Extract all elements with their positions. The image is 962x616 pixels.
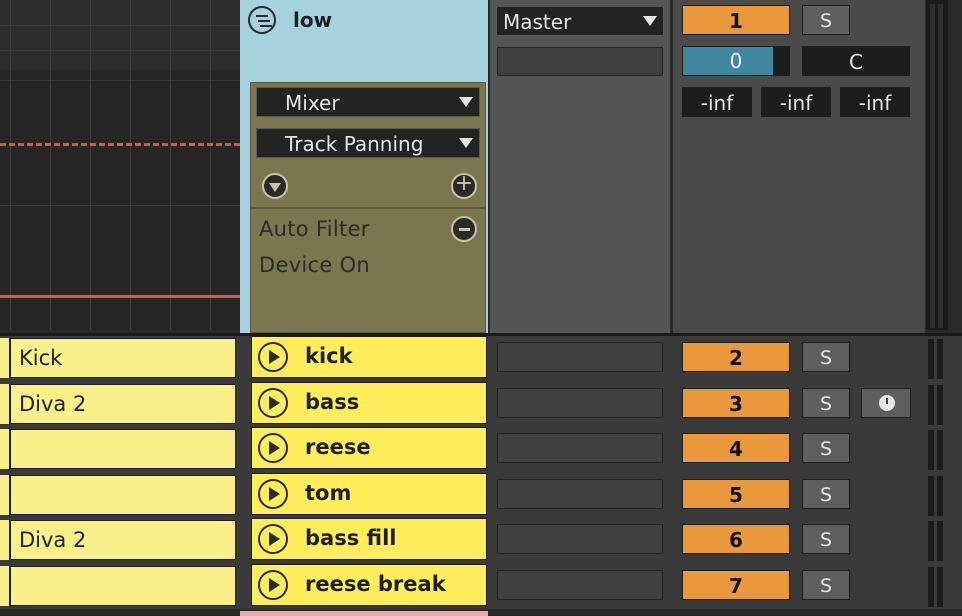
output-routing-label: Master xyxy=(503,10,572,34)
meter-right xyxy=(937,567,943,607)
solo-button[interactable]: S xyxy=(802,388,850,418)
automation-param-label: Track Panning xyxy=(285,132,424,156)
arrangement-clip[interactable] xyxy=(10,475,236,515)
solo-button[interactable]: S xyxy=(802,570,850,600)
track-output-box[interactable] xyxy=(497,570,663,600)
remove-lane-icon[interactable] xyxy=(451,216,477,242)
clip-edge[interactable] xyxy=(0,429,10,469)
peak-level-display[interactable]: -inf xyxy=(682,87,752,117)
play-icon[interactable] xyxy=(258,570,288,600)
arrangement-clip[interactable] xyxy=(10,566,236,606)
lane-divider xyxy=(251,207,485,209)
meter-right xyxy=(937,521,943,561)
monitor-button[interactable] xyxy=(861,388,911,418)
clip-edge[interactable] xyxy=(0,338,10,378)
automation-line-dashed xyxy=(0,143,240,146)
play-icon[interactable] xyxy=(258,433,288,463)
automation-param-dropdown[interactable]: Track Panning xyxy=(256,128,480,158)
track-activator-button[interactable]: 7 xyxy=(682,570,790,600)
meter-right xyxy=(937,476,943,516)
track-output-box[interactable] xyxy=(497,388,663,418)
meter-left xyxy=(928,567,934,607)
track-activator-button[interactable]: 1 xyxy=(682,5,790,35)
track-activator-button[interactable]: 3 xyxy=(682,388,790,418)
track-name[interactable]: reese break xyxy=(305,572,446,596)
arrangement-clip[interactable]: Kick xyxy=(10,338,236,378)
meter-left xyxy=(928,339,934,379)
solo-button[interactable]: S xyxy=(802,5,850,35)
lane-device-name: Auto Filter xyxy=(259,217,370,241)
output-routing-dropdown[interactable]: Master xyxy=(496,6,664,36)
meter-right xyxy=(937,430,943,470)
automation-line[interactable] xyxy=(0,295,240,298)
add-lane-icon[interactable] xyxy=(451,171,477,199)
solo-button[interactable]: S xyxy=(802,479,850,509)
meter-right xyxy=(938,4,943,328)
clip-edge[interactable] xyxy=(0,520,10,560)
meter-right xyxy=(937,339,943,379)
clip-edge[interactable] xyxy=(0,566,10,606)
group-fold-icon[interactable] xyxy=(248,6,276,34)
show-lanes-icon[interactable] xyxy=(262,173,288,199)
track-activator-button[interactable]: 6 xyxy=(682,524,790,554)
chevron-down-icon xyxy=(643,16,657,26)
play-icon[interactable] xyxy=(258,342,288,372)
arrangement-clip[interactable]: Diva 2 xyxy=(10,520,236,560)
peak-level-display[interactable]: -inf xyxy=(840,87,910,117)
crossfade-button[interactable]: C xyxy=(802,46,910,76)
output-channel-box[interactable] xyxy=(497,47,663,76)
chevron-down-icon xyxy=(459,97,473,107)
track-name[interactable]: bass xyxy=(305,390,359,414)
track-output-box[interactable] xyxy=(497,479,663,509)
chevron-down-icon xyxy=(459,138,473,148)
arrangement-area[interactable] xyxy=(0,0,240,330)
play-icon[interactable] xyxy=(258,479,288,509)
meter-left xyxy=(928,476,934,516)
meter-right xyxy=(937,385,943,425)
track-output-box[interactable] xyxy=(497,342,663,372)
track-activator-button[interactable]: 2 xyxy=(682,342,790,372)
meter-left xyxy=(928,521,934,561)
play-icon[interactable] xyxy=(258,388,288,418)
peak-level-display[interactable]: -inf xyxy=(761,87,831,117)
track-activator-button[interactable]: 4 xyxy=(682,433,790,463)
clock-icon xyxy=(879,395,895,411)
meter-left xyxy=(928,430,934,470)
track-name[interactable]: tom xyxy=(305,481,351,505)
clip-edge[interactable] xyxy=(0,475,10,515)
clip-edge[interactable] xyxy=(0,384,10,424)
arrangement-clip[interactable] xyxy=(10,429,236,469)
play-icon[interactable] xyxy=(258,524,288,554)
meter-left xyxy=(930,4,935,328)
lane-param-name: Device On xyxy=(259,253,371,277)
track-output-box[interactable] xyxy=(497,524,663,554)
solo-button[interactable]: S xyxy=(802,524,850,554)
solo-button[interactable]: S xyxy=(802,433,850,463)
solo-button[interactable]: S xyxy=(802,342,850,372)
track-name[interactable]: bass fill xyxy=(305,526,396,550)
automation-device-label: Mixer xyxy=(285,91,340,115)
track-name[interactable]: kick xyxy=(305,344,353,368)
pan-value: 0 xyxy=(729,49,743,73)
meter-left xyxy=(928,385,934,425)
track-activator-button[interactable]: 5 xyxy=(682,479,790,509)
automation-device-dropdown[interactable]: Mixer xyxy=(256,87,480,117)
track-output-box[interactable] xyxy=(497,433,663,463)
next-group-header xyxy=(240,611,488,616)
arrangement-clip[interactable]: Diva 2 xyxy=(10,384,236,424)
group-track-name[interactable]: low xyxy=(293,8,332,32)
track-name[interactable]: reese xyxy=(305,435,371,459)
